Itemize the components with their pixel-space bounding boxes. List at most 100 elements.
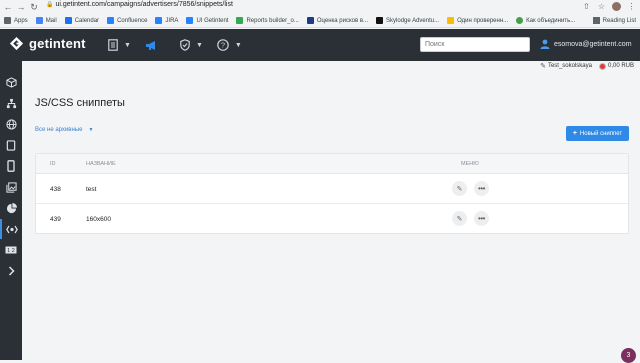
table-row[interactable]: 439 160x600 ✎ ••• bbox=[36, 204, 628, 234]
table-row[interactable]: 438 test ✎ ••• bbox=[36, 174, 628, 204]
back-icon[interactable]: ← bbox=[3, 2, 13, 12]
reload-icon[interactable]: ↻ bbox=[29, 2, 39, 12]
document-icon[interactable] bbox=[108, 37, 118, 53]
column-header-name[interactable]: НАЗВАНИЕ bbox=[86, 161, 116, 167]
mobile-icon[interactable] bbox=[0, 156, 22, 176]
column-header-menu: МЕНЮ bbox=[461, 161, 479, 167]
bookmark-label: JIRA bbox=[165, 17, 179, 24]
forward-icon[interactable]: → bbox=[16, 2, 26, 12]
caret-down-icon: ▼ bbox=[88, 127, 94, 133]
reading-list-icon bbox=[592, 17, 600, 24]
bookmark-label: Mail bbox=[45, 17, 57, 24]
apps-grid-icon bbox=[4, 17, 11, 24]
logo[interactable]: getintent bbox=[9, 36, 86, 51]
row-name[interactable]: 160x600 bbox=[86, 216, 111, 223]
bookmark-label: Reports builder_o... bbox=[246, 17, 299, 24]
url-text: ui.getintent.com/campaigns/advertisers/7… bbox=[55, 1, 233, 8]
row-id: 439 bbox=[50, 216, 61, 223]
archive-filter-dropdown[interactable]: Все не архивные ▼ bbox=[35, 127, 93, 133]
bookmark-label: Skylodge Adventu... bbox=[386, 17, 440, 24]
pie-chart-icon[interactable] bbox=[0, 198, 22, 218]
app-header: getintent ▼ ▼ ? ▼ esomova@getintent.com bbox=[0, 29, 640, 61]
sheets-icon bbox=[236, 17, 244, 24]
new-snippet-button[interactable]: + Новый сниппет bbox=[566, 126, 629, 141]
more-options-icon[interactable]: ••• bbox=[474, 181, 489, 196]
row-name[interactable]: test bbox=[86, 186, 96, 193]
bookmark-merge[interactable]: Как объединить... bbox=[516, 17, 575, 24]
counter-icon[interactable]: 1 2 bbox=[0, 240, 22, 260]
page-title: JS/CSS сниппеты bbox=[35, 97, 125, 109]
bookmark-label: UI Getintent bbox=[196, 17, 229, 24]
account-name[interactable]: Test_sokolskaya bbox=[548, 63, 592, 69]
leaf-icon bbox=[516, 17, 524, 24]
profile-avatar[interactable] bbox=[612, 2, 621, 11]
kebab-menu-icon[interactable]: ⋮ bbox=[627, 2, 636, 11]
sidebar: 1 2 bbox=[0, 61, 22, 360]
chevron-down-icon[interactable]: ▼ bbox=[196, 42, 203, 49]
bookmark-ui-getintent[interactable]: UI Getintent bbox=[186, 17, 228, 24]
row-id: 438 bbox=[50, 186, 61, 193]
bookmark-label: Calendar bbox=[74, 17, 100, 24]
bookmark-skylodge[interactable]: Skylodge Adventu... bbox=[376, 17, 439, 24]
column-header-id[interactable]: ID bbox=[50, 161, 56, 167]
tablet-icon[interactable] bbox=[0, 135, 22, 155]
bookmark-reports[interactable]: Reports builder_o... bbox=[236, 17, 299, 24]
site-icon bbox=[306, 17, 314, 24]
filter-label: Все не архивные bbox=[35, 127, 83, 133]
cube-icon[interactable] bbox=[0, 72, 22, 92]
chevron-down-icon[interactable]: ▼ bbox=[124, 42, 131, 49]
bookmark-apps[interactable]: Apps bbox=[4, 17, 28, 24]
code-snippet-icon[interactable] bbox=[0, 219, 22, 239]
chevron-down-icon[interactable]: ▼ bbox=[235, 42, 242, 49]
globe-icon[interactable] bbox=[0, 114, 22, 134]
edit-icon[interactable]: ✎ bbox=[452, 181, 467, 196]
snippets-table: ID НАЗВАНИЕ МЕНЮ 438 test ✎ ••• 439 160x… bbox=[35, 153, 629, 234]
bookmark-mail[interactable]: Mail bbox=[35, 17, 57, 24]
logo-text: getintent bbox=[29, 36, 86, 51]
new-snippet-label: Новый сниппет bbox=[579, 130, 623, 137]
bookmark-label: Оценка рисков в... bbox=[316, 17, 369, 24]
mail-icon bbox=[35, 17, 43, 24]
share-icon[interactable]: ⇧ bbox=[582, 2, 591, 11]
bookmark-risk[interactable]: Оценка рисков в... bbox=[306, 17, 369, 24]
star-icon[interactable]: ☆ bbox=[597, 2, 606, 11]
user-icon bbox=[540, 39, 550, 49]
plus-icon: + bbox=[572, 130, 577, 137]
table-header: ID НАЗВАНИЕ МЕНЮ bbox=[36, 154, 628, 174]
account-bar: ✎ Test_sokolskaya 0,00 RUB bbox=[22, 61, 640, 73]
jira-icon bbox=[186, 17, 194, 24]
bookmark-label: Один проверенн... bbox=[457, 17, 509, 24]
user-email: esomova@getintent.com bbox=[554, 40, 632, 48]
reading-list-label: Reading List bbox=[602, 17, 636, 24]
expand-icon[interactable] bbox=[0, 261, 22, 281]
balance-value: 0,00 RUB bbox=[607, 63, 634, 69]
balance-icon bbox=[598, 62, 606, 70]
address-bar[interactable]: 🔒 ui.getintent.com/campaigns/advertisers/… bbox=[46, 1, 233, 8]
bookmark-confluence[interactable]: Confluence bbox=[107, 17, 147, 24]
more-options-icon[interactable]: ••• bbox=[474, 211, 489, 226]
sitemap-icon[interactable] bbox=[0, 93, 22, 113]
user-menu[interactable]: esomova@getintent.com bbox=[540, 39, 632, 49]
notification-badge[interactable]: 3 bbox=[621, 348, 636, 363]
folder-icon bbox=[447, 17, 455, 24]
bookmark-label: Apps bbox=[14, 17, 28, 24]
svg-text:?: ? bbox=[221, 41, 225, 50]
shield-icon[interactable] bbox=[180, 37, 190, 53]
bookmark-label: Confluence bbox=[117, 17, 148, 24]
browser-toolbar: ← → ↻ 🔒 ui.getintent.com/campaigns/advert… bbox=[0, 0, 640, 14]
pencil-icon[interactable]: ✎ bbox=[540, 62, 546, 70]
bookmarks-bar: Apps Mail Calendar Confluence JIRA UI Ge… bbox=[0, 14, 640, 28]
megaphone-icon[interactable] bbox=[145, 37, 158, 53]
bookmark-calendar[interactable]: Calendar bbox=[64, 17, 100, 24]
edit-icon[interactable]: ✎ bbox=[452, 211, 467, 226]
bookmark-jira[interactable]: JIRA bbox=[155, 17, 178, 24]
help-icon[interactable]: ? bbox=[217, 37, 229, 53]
search-input[interactable] bbox=[420, 37, 530, 52]
svg-text:1 2: 1 2 bbox=[7, 248, 15, 254]
bookmark-proven[interactable]: Один проверенн... bbox=[447, 17, 508, 24]
image-gallery-icon[interactable] bbox=[0, 177, 22, 197]
reading-list[interactable]: Reading List bbox=[592, 17, 636, 24]
bookmark-label: Как объединить... bbox=[526, 17, 576, 24]
confluence-icon bbox=[107, 17, 115, 24]
logo-mark-icon bbox=[9, 36, 24, 51]
